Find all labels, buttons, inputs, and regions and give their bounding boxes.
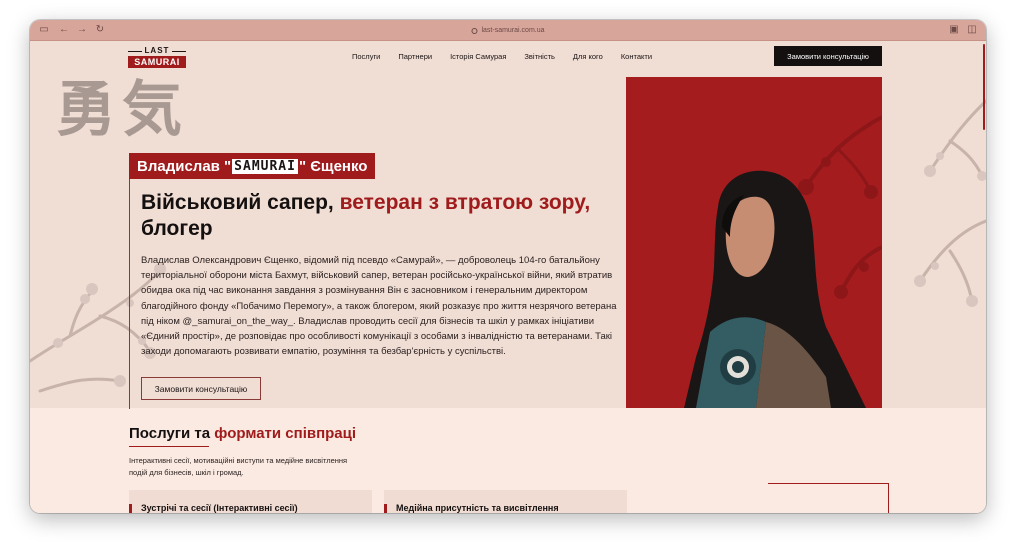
services-section-title: Послуги та формати співпраці [129,425,356,442]
nav-item-samurai-story[interactable]: Історія Самурая [450,52,506,61]
logo-bottom-text: SAMURAI [128,56,186,68]
name-last: " Єщенко [298,157,368,175]
lock-icon [471,27,478,34]
hero-name-banner: Владислав " SAMURAI " Єщенко [129,153,376,179]
portrait-illustration [684,115,882,408]
logo-top-text: LAST [128,46,186,55]
service-card-accent [129,504,132,513]
hero-accent-line [129,179,130,409]
reload-icon[interactable]: ↻ [94,24,106,36]
order-consultation-header-button[interactable]: Замовити консультацію [774,46,882,66]
headline-part-1: Військовий сапер, [141,191,340,214]
service-card-accent [384,504,387,513]
hero-bio-text: Владислав Олександрович Єщенко, відомий … [141,255,617,358]
main-nav: Послуги Партнери Історія Самурая Звітніс… [352,52,652,61]
extension-icon[interactable]: ▣ [948,24,960,36]
services-title-part-1: Послуги та [129,425,215,442]
scrollbar-thumb[interactable] [983,44,985,130]
service-card-title: Медійна присутність та висвітлення [396,503,559,513]
services-subtitle: Інтерактивні сесії, мотиваційні виступи … [129,456,348,477]
page-scrollbar[interactable] [982,41,986,513]
web-page: LAST SAMURAI Послуги Партнери Історія Са… [30,41,986,513]
services-title-underline [129,446,209,447]
forward-arrow-icon[interactable]: → [76,24,88,36]
address-bar-url: last-samurai.com.ua [481,27,545,34]
nav-item-contacts[interactable]: Контакти [621,52,652,61]
services-title-highlight: формати співпраці [214,425,357,442]
service-card-title: Зустрічі та сесії (Інтерактивні сесії) [141,503,298,513]
site-logo[interactable]: LAST SAMURAI [128,46,186,68]
decorative-corner-frame [768,483,889,513]
nav-item-services[interactable]: Послуги [352,52,380,61]
back-arrow-icon[interactable]: ← [58,24,70,36]
order-consultation-hero-button[interactable]: Замовити консультацію [141,377,261,400]
blossom-branch-right-decoration [914,99,986,307]
hero-portrait-image [626,77,882,408]
nav-item-partners[interactable]: Партнери [398,52,432,61]
headline-part-2: блогер [141,217,213,240]
browser-window: ▭ ← → ↻ last-samurai.com.ua ▣ ◫ LAST SAM… [30,20,986,513]
headline-highlight: ветеран з втратою зору, [339,191,591,214]
service-card[interactable]: Зустрічі та сесії (Інтерактивні сесії) [129,490,372,513]
nav-item-for-whom[interactable]: Для кого [573,52,603,61]
tab-overview-icon[interactable]: ◫ [966,24,978,36]
name-first: Владислав " [137,157,232,175]
nav-item-reports[interactable]: Звітність [524,52,555,61]
kanji-courage-decoration: 勇気 [56,76,188,143]
hero-headline: Військовий сапер, ветеран з втратою зору… [141,190,611,242]
sidebar-toggle-icon[interactable]: ▭ [38,24,50,36]
browser-toolbar: ▭ ← → ↻ last-samurai.com.ua ▣ ◫ [30,20,986,41]
name-nickname: SAMURAI [232,158,298,174]
service-card[interactable]: Медійна присутність та висвітлення [384,490,627,513]
address-bar[interactable]: last-samurai.com.ua [471,24,545,37]
